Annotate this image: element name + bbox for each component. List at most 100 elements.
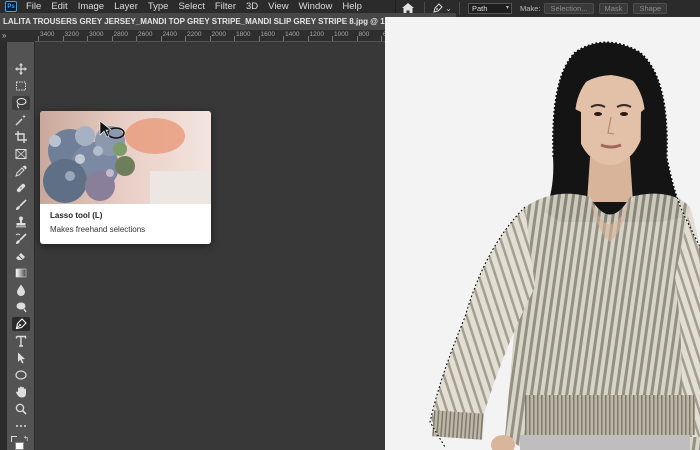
brush-icon	[16, 199, 27, 210]
eraser-tool[interactable]	[12, 249, 30, 263]
ruler-tick	[356, 36, 358, 41]
frame-tool[interactable]	[12, 147, 30, 161]
double-chevron-icon[interactable]: »	[2, 32, 6, 40]
ruler-tick-label: 3200	[64, 31, 79, 38]
menu-edit[interactable]: Edit	[51, 0, 67, 13]
ruler-tick-label: 3000	[89, 31, 104, 38]
crop-tool[interactable]	[12, 130, 30, 144]
menu-window[interactable]: Window	[299, 0, 333, 13]
ruler-tick-label: 1200	[309, 31, 324, 38]
dodge-tool[interactable]	[12, 300, 30, 314]
panel-edge	[0, 42, 7, 450]
more-tools[interactable]	[12, 419, 30, 433]
tooltip-description: Makes freehand selections	[50, 225, 146, 234]
menu-type[interactable]: Type	[148, 0, 169, 13]
brush-tool[interactable]	[12, 198, 30, 212]
ruler-tick-label: 2400	[162, 31, 177, 38]
ruler-tick-label: 800	[358, 31, 370, 38]
path-mode-value: Path	[472, 4, 488, 13]
document-tab-title: LALITA TROUSERS GREY JERSEY_MANDI TOP GR…	[3, 17, 441, 26]
crop-icon	[15, 131, 27, 143]
menu-image[interactable]: Image	[78, 0, 104, 13]
move-tool[interactable]	[12, 62, 30, 76]
ruler-tick	[38, 36, 39, 41]
eyedropper-tool[interactable]	[12, 164, 30, 178]
swap-arrow-icon[interactable]: ↰	[23, 436, 29, 443]
ruler-tick	[185, 36, 186, 41]
divider	[459, 2, 460, 15]
chevron-down-icon: ▾	[505, 5, 509, 11]
tools-panel: ↰	[7, 42, 35, 450]
color-swatches[interactable]: ↰	[11, 436, 31, 450]
ellipse-icon	[15, 370, 27, 380]
photoshop-window: Ps File Edit Image Layer Type Select Fil…	[0, 0, 700, 450]
chevron-down-icon: ⌄	[445, 4, 452, 13]
ruler-tick	[258, 36, 260, 41]
healing-brush-tool[interactable]	[12, 181, 30, 195]
move-icon	[15, 63, 27, 75]
tooltip-title: Lasso tool (L)	[50, 211, 103, 220]
ruler-tick-label: 1600	[260, 31, 275, 38]
menu-filter[interactable]: Filter	[215, 0, 236, 13]
ruler-tick-label: 2000	[211, 31, 226, 38]
make-shape-button[interactable]: Shape	[633, 3, 668, 14]
model-photo	[385, 17, 700, 450]
quick-selection-tool[interactable]	[12, 113, 30, 127]
history-brush-icon	[15, 233, 27, 244]
ruler-tick-label: 1400	[285, 31, 300, 38]
ruler-tick-label: 2600	[138, 31, 153, 38]
ruler-tick	[62, 36, 64, 41]
marquee-tool[interactable]	[12, 79, 30, 93]
ellipsis-icon	[16, 425, 26, 427]
clone-stamp-tool[interactable]	[12, 215, 30, 229]
ruler-tick-label: 1000	[334, 31, 349, 38]
hand-tool[interactable]	[12, 385, 30, 399]
lasso-tool[interactable]	[12, 96, 30, 110]
ruler-tick	[209, 36, 211, 41]
ruler-tick-label: 1800	[236, 31, 251, 38]
arrow-icon	[18, 352, 25, 364]
menu-help[interactable]: Help	[342, 0, 362, 13]
ellipse-tool[interactable]	[12, 368, 30, 382]
ruler-tick	[111, 36, 113, 41]
pen-tool[interactable]	[12, 317, 30, 331]
frame-icon	[15, 149, 27, 159]
stamp-icon	[16, 216, 26, 228]
horizontal-ruler[interactable]: 3400 3200 3000 2800 2600 2400 2200 2000 1800 1600…	[35, 30, 385, 42]
ruler-tick	[332, 36, 333, 41]
menu-file[interactable]: File	[26, 0, 41, 13]
menu-select[interactable]: Select	[178, 0, 204, 13]
hand-icon	[16, 386, 26, 398]
ruler-tick-label: 3400	[40, 31, 55, 38]
document-image[interactable]	[385, 17, 700, 450]
zoom-tool[interactable]	[12, 402, 30, 416]
ruler-tick	[307, 36, 309, 41]
make-mask-button[interactable]: Mask	[598, 3, 629, 14]
bandage-icon	[16, 183, 26, 193]
eraser-icon	[16, 253, 25, 260]
menu-view[interactable]: View	[268, 0, 288, 13]
ruler-tick-label: 2800	[113, 31, 128, 38]
path-mode-select[interactable]: Path ▾	[468, 3, 512, 14]
menu-bar: Ps File Edit Image Layer Type Select Fil…	[0, 0, 395, 13]
app-logo: Ps	[5, 1, 17, 12]
type-tool[interactable]	[12, 334, 30, 348]
history-brush-tool[interactable]	[12, 232, 30, 246]
magic-wand-icon	[15, 114, 26, 126]
path-selection-tool[interactable]	[12, 351, 30, 365]
foreground-color-swatch[interactable]	[15, 442, 24, 450]
tool-tooltip: Lasso tool (L) Makes freehand selections	[40, 111, 211, 244]
menu-layer[interactable]: Layer	[114, 0, 138, 13]
document-tab-bar: LALITA TROUSERS GREY JERSEY_MANDI TOP GR…	[0, 13, 456, 30]
make-selection-button[interactable]: Selection...	[544, 3, 594, 14]
canvas-area[interactable]	[35, 42, 385, 450]
gradient-tool[interactable]	[12, 266, 30, 280]
ruler-tick	[160, 36, 162, 41]
pen-icon	[15, 318, 27, 330]
menu-3d[interactable]: 3D	[246, 0, 258, 13]
type-icon	[15, 335, 27, 347]
blur-tool[interactable]	[12, 283, 30, 297]
tooltip-preview-image	[40, 111, 211, 204]
gradient-icon	[15, 268, 27, 278]
make-label: Make:	[520, 4, 541, 13]
